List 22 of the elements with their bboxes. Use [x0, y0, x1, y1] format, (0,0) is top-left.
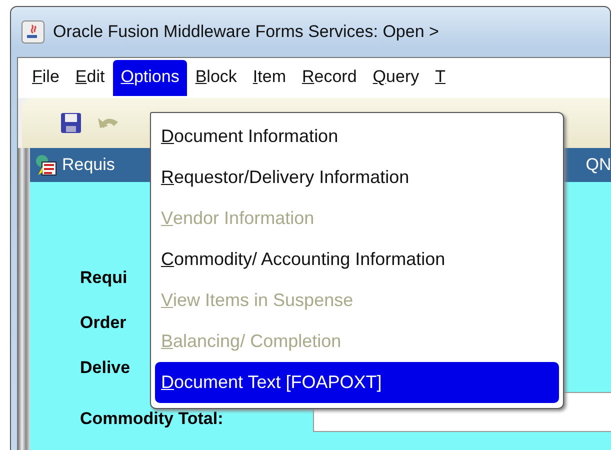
menu-option[interactable]: Document Text [FOAPOXT]	[155, 362, 559, 403]
menu-item[interactable]: Query	[364, 60, 428, 96]
menu-option[interactable]: Commodity/ Accounting Information	[155, 239, 559, 280]
menu-item[interactable]: File	[24, 60, 68, 96]
window-title: Oracle Fusion Middleware Forms Services: Open >	[53, 22, 439, 42]
field-label: Order	[80, 313, 126, 333]
menu-item[interactable]: T	[427, 60, 454, 96]
menu-option[interactable]: Document Information	[155, 116, 559, 157]
field-label: Requi	[80, 268, 128, 288]
menu-option[interactable]: Requestor/Delivery Information	[155, 157, 559, 198]
menu-item[interactable]: Item	[244, 60, 294, 96]
field-label: Delive	[80, 358, 130, 378]
menu-item[interactable]: Options	[112, 60, 188, 96]
form-title: Requis	[62, 155, 115, 175]
field-label: Commodity Total:	[80, 409, 224, 429]
save-icon[interactable]	[60, 112, 82, 134]
menu-item[interactable]: Record	[294, 60, 365, 96]
form-icon	[34, 153, 58, 177]
form-title-right: QN	[586, 155, 611, 175]
menu-item[interactable]: Edit	[67, 60, 113, 96]
menu-item[interactable]: Block	[187, 60, 245, 96]
java-cup-icon	[21, 20, 45, 44]
